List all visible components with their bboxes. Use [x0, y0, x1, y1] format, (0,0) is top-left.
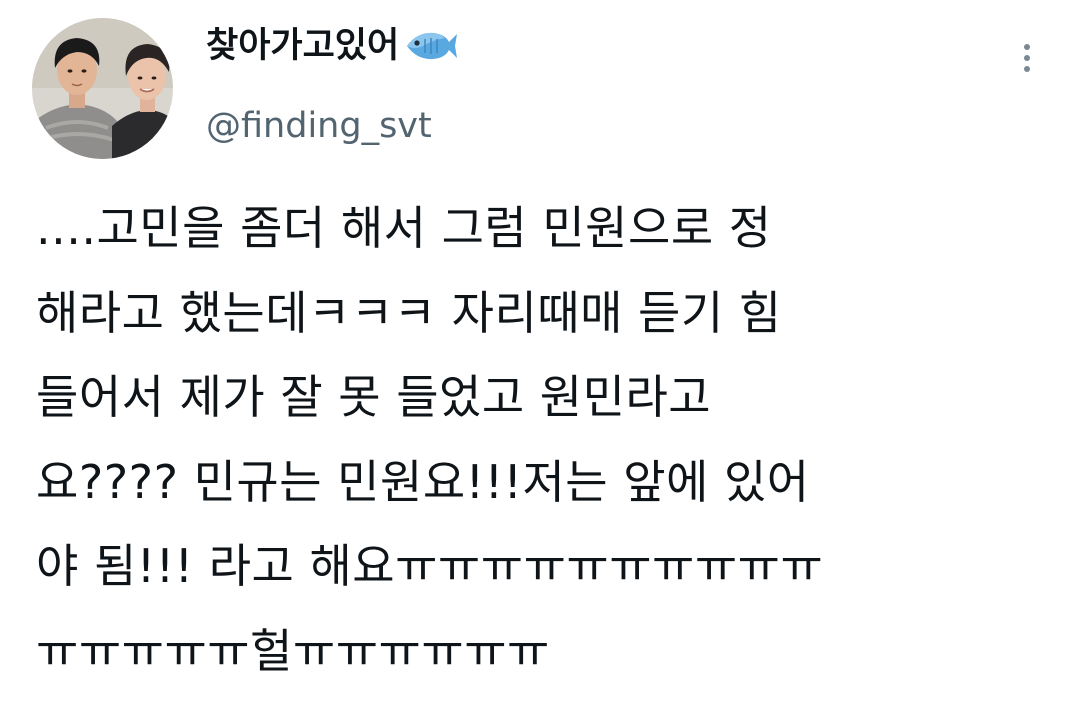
display-name: 찾아가고있어 [206, 26, 400, 66]
tweet-text-line: 요???? 민규는 민원요!!!저는 앞에 있어 [36, 454, 810, 509]
more-dot [1024, 55, 1030, 61]
profile-photo [32, 18, 173, 159]
avatar[interactable] [32, 18, 173, 159]
tweet-text-line: ㅠㅠㅠㅠㅠ헐ㅠㅠㅠㅠㅠㅠ [36, 623, 550, 678]
tweet-text-line: 들어서 제가 잘 못 들었고 원민라고 [36, 370, 712, 424]
handle[interactable]: @finding_svt [206, 104, 432, 148]
more-dot [1024, 66, 1030, 72]
tweet: 찾아가고있어 @finding_svt ....고민을 좀더 해서 그럼 민원으… [0, 0, 1075, 719]
author-name[interactable]: 찾아가고있어 [206, 24, 459, 68]
tweet-text-line: 야 됨!!! 라고 해요ㅠㅠㅠㅠㅠㅠㅠㅠㅠㅠ [36, 539, 824, 593]
tweet-text-line: 해라고 했는데ㅋㅋㅋ 자리때매 듣기 힘 [36, 285, 782, 340]
tweet-text-line: ....고민을 좀더 해서 그럼 민원으로 정 [36, 201, 772, 255]
fish-icon [403, 29, 459, 63]
more-vertical-icon[interactable] [1005, 36, 1049, 80]
more-dot [1024, 44, 1030, 50]
tweet-text: ....고민을 좀더 해서 그럼 민원으로 정 해라고 했는데ㅋㅋㅋ 자리때매 … [36, 186, 1046, 693]
